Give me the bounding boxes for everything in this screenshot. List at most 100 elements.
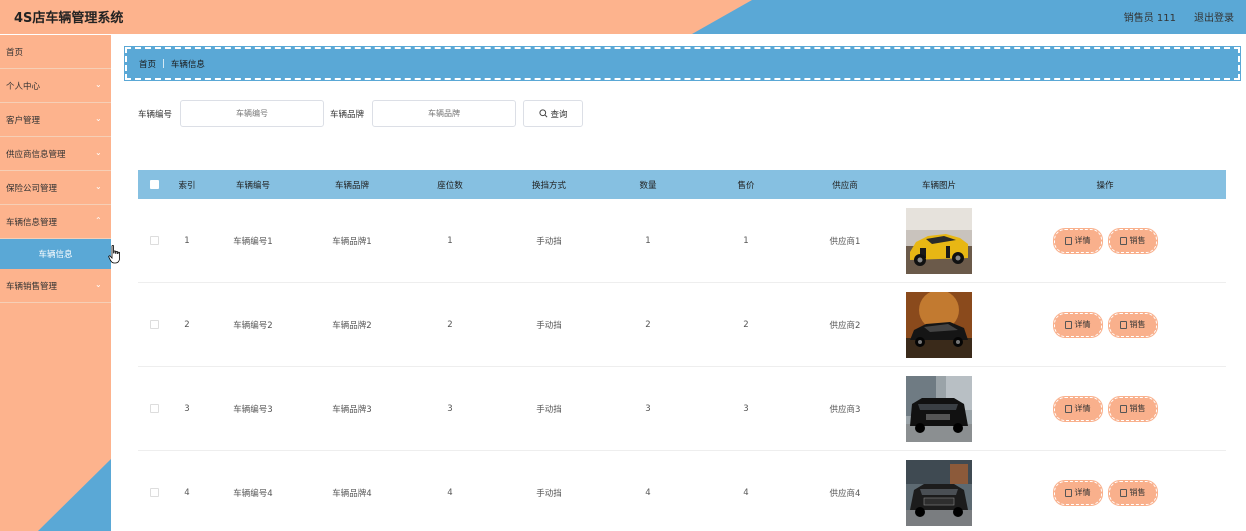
sell-button-label: 销售 [1129, 488, 1146, 497]
vehicle-code-input[interactable] [180, 100, 325, 127]
search-icon [538, 109, 547, 118]
cell-actions: 详情 销售 [984, 395, 1226, 422]
cell-supplier: 供应商3 [829, 404, 861, 415]
search-bar: 车辆编号 车辆品牌 查询 [138, 100, 584, 127]
detail-button[interactable]: 详情 [1052, 311, 1103, 338]
breadcrumb-home[interactable]: 首页 [139, 58, 156, 70]
sell-button[interactable]: 销售 [1107, 311, 1158, 338]
vehicle-table: 索引 车辆编号 车辆品牌 座位数 换挡方式 数量 售价 供应商 车辆图片 操作 … [138, 170, 1226, 531]
sidebar: 首页 个人中心 ⌄ 客户管理 ⌄ 供应商信息管理 ⌄ 保险公司管理 ⌄ 车辆信息管理 ⌃ … [0, 35, 111, 531]
col-header: 操作 [1096, 180, 1114, 191]
cell-seats: 3 [447, 403, 453, 414]
row-checkbox[interactable] [149, 488, 159, 497]
cell-image [894, 207, 984, 274]
sidebar-item-profile[interactable]: 个人中心 ⌄ [0, 69, 111, 103]
row-checkbox[interactable] [149, 404, 159, 413]
search-button-label: 查询 [550, 109, 568, 120]
cell-image [894, 375, 984, 442]
detail-button-label: 详情 [1074, 404, 1091, 413]
detail-button[interactable]: 详情 [1052, 395, 1103, 422]
table-header: 索引 车辆编号 车辆品牌 座位数 换挡方式 数量 售价 供应商 车辆图片 操作 [138, 170, 1226, 199]
breadcrumb: 首页 | 车辆信息 [124, 46, 1241, 81]
vehicle-brand-input[interactable] [372, 100, 517, 127]
cell-index: 2 [184, 319, 190, 330]
car-image-black-suv[interactable] [906, 375, 972, 442]
cell-seats: 2 [447, 319, 453, 330]
document-icon [1119, 236, 1127, 245]
sidebar-item-suppliers[interactable]: 供应商信息管理 ⌄ [0, 137, 111, 171]
car-image-black-suv-front[interactable] [906, 459, 972, 526]
sell-button[interactable]: 销售 [1107, 227, 1158, 254]
chevron-up-icon: ⌃ [95, 216, 102, 225]
col-header: 座位数 [437, 180, 463, 191]
cell-seats: 1 [447, 235, 453, 246]
cell-gear: 手动挡 [536, 488, 562, 499]
cell-code: 车辆编号4 [233, 488, 273, 499]
document-icon [1064, 488, 1072, 497]
sidebar-decor [38, 459, 111, 531]
sidebar-item-label: 保险公司管理 [6, 183, 58, 194]
col-header: 数量 [639, 180, 657, 191]
cell-gear: 手动挡 [536, 404, 562, 415]
cell-brand: 车辆品牌4 [332, 488, 372, 499]
cell-price: 3 [743, 403, 749, 414]
row-checkbox[interactable] [149, 236, 159, 245]
car-image-black-sedan[interactable] [906, 291, 972, 358]
col-header: 索引 [178, 180, 196, 191]
sidebar-subitem-vehicle-info[interactable]: 车辆信息 [0, 239, 111, 269]
cell-code: 车辆编号2 [233, 320, 273, 331]
chevron-down-icon: ⌄ [95, 182, 102, 191]
chevron-down-icon: ⌄ [95, 280, 102, 289]
cell-supplier: 供应商1 [829, 236, 861, 247]
detail-button[interactable]: 详情 [1052, 227, 1103, 254]
detail-button-label: 详情 [1074, 320, 1091, 329]
sell-button[interactable]: 销售 [1107, 479, 1158, 506]
row-checkbox-cell [138, 236, 170, 245]
document-icon [1119, 488, 1127, 497]
detail-button[interactable]: 详情 [1052, 479, 1103, 506]
cell-index: 3 [184, 403, 190, 414]
cell-gear: 手动挡 [536, 236, 562, 247]
document-icon [1119, 404, 1127, 413]
sidebar-item-vehicle-info[interactable]: 车辆信息管理 ⌃ [0, 205, 111, 239]
car-image-yellow-sports[interactable] [906, 207, 972, 274]
sidebar-item-customers[interactable]: 客户管理 ⌄ [0, 103, 111, 137]
cell-index: 4 [184, 487, 190, 498]
table-row: 4 车辆编号4 车辆品牌4 4 手动挡 4 4 供应商4 详情 销售 [138, 451, 1226, 531]
app-title: 4S店车辆管理系统 [14, 11, 124, 26]
row-checkbox-cell [138, 404, 170, 413]
row-checkbox-cell [138, 488, 170, 497]
select-all-checkbox[interactable] [149, 180, 159, 189]
breadcrumb-separator: | [162, 58, 165, 69]
sell-button-label: 销售 [1129, 404, 1146, 413]
sidebar-item-label: 首页 [6, 47, 24, 58]
cell-image [894, 459, 984, 526]
col-header: 供应商 [832, 180, 858, 191]
search-label-brand: 车辆品牌 [330, 109, 365, 120]
col-header: 换挡方式 [531, 180, 566, 191]
chevron-down-icon: ⌄ [95, 114, 102, 123]
cell-supplier: 供应商4 [829, 488, 861, 499]
cell-code: 车辆编号3 [233, 404, 273, 415]
cell-qty: 1 [645, 235, 651, 246]
header-checkbox-cell [138, 180, 170, 189]
user-area: 销售员 111 退出登录 [1124, 9, 1234, 24]
document-icon [1064, 320, 1072, 329]
logout-link[interactable]: 退出登录 [1194, 9, 1234, 24]
sell-button[interactable]: 销售 [1107, 395, 1158, 422]
table-row: 3 车辆编号3 车辆品牌3 3 手动挡 3 3 供应商3 详情 销售 [138, 367, 1226, 451]
cell-brand: 车辆品牌3 [332, 404, 372, 415]
row-checkbox[interactable] [149, 320, 159, 329]
search-button[interactable]: 查询 [523, 100, 584, 127]
breadcrumb-current: 车辆信息 [170, 59, 205, 70]
sidebar-item-insurance[interactable]: 保险公司管理 ⌄ [0, 171, 111, 205]
cell-supplier: 供应商2 [829, 320, 861, 331]
hand-cursor-icon [108, 245, 120, 264]
cell-price: 4 [743, 487, 749, 498]
search-label-code: 车辆编号 [138, 109, 173, 120]
sidebar-item-home[interactable]: 首页 [0, 35, 111, 69]
col-header: 售价 [737, 180, 755, 191]
col-header: 车辆编号 [235, 180, 270, 191]
user-name: 销售员 111 [1123, 13, 1176, 24]
sidebar-item-vehicle-sales[interactable]: 车辆销售管理 ⌄ [0, 269, 111, 303]
